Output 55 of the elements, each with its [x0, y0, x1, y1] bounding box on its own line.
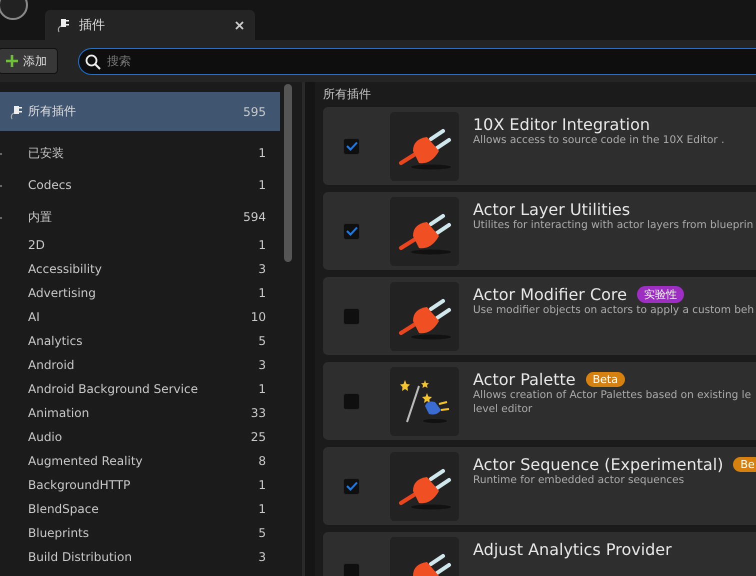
- enable-checkbox[interactable]: [343, 562, 360, 576]
- category-item[interactable]: Augmented Reality 8: [0, 449, 280, 473]
- category-item[interactable]: AI 10: [0, 305, 280, 329]
- category-item[interactable]: Analytics 5: [0, 329, 280, 353]
- plugin-name: Adjust Analytics Provider: [473, 540, 672, 559]
- category-item[interactable]: 所有插件 595: [0, 92, 280, 131]
- status-badge: Beta: [586, 372, 625, 387]
- plugin-description: Use modifier objects on actors to apply a custom beh: [473, 304, 754, 318]
- status-badge: 实验性: [637, 286, 684, 303]
- plugin-description: Allows access to source code in the 10X Editor .: [473, 134, 724, 148]
- plugin-description: Allows creation of Actor Palettes based on existing le level editor: [473, 389, 752, 416]
- plugin-name: Actor Sequence (Experimental): [473, 455, 724, 474]
- plugin-name: Actor Palette: [473, 370, 576, 389]
- close-icon[interactable]: [233, 19, 245, 31]
- search-field[interactable]: 搜索: [78, 48, 756, 74]
- category-item[interactable]: BlendSpace 1: [0, 497, 280, 521]
- plugin-card[interactable]: Actor Palette Beta Allows creation of Actor Palettes based on existing le level editor: [323, 362, 756, 440]
- plugin-name: Actor Layer Utilities: [473, 200, 630, 219]
- category-item[interactable]: 已安装 1: [0, 137, 280, 169]
- category-item[interactable]: Blueprints 5: [0, 521, 280, 545]
- category-item[interactable]: BackgroundHTTP 1: [0, 473, 280, 497]
- plugin-card[interactable]: Actor Sequence (Experimental) Be Runtime for embedded actor sequences: [323, 447, 756, 525]
- category-item[interactable]: 2D 1: [0, 233, 280, 257]
- category-item[interactable]: Accessibility 3: [0, 257, 280, 281]
- enable-checkbox[interactable]: [343, 478, 360, 494]
- plugin-description: Runtime for embedded actor sequences: [473, 474, 686, 488]
- scrollbar-thumb[interactable]: [284, 84, 292, 262]
- category-item[interactable]: Animation 33: [0, 401, 280, 425]
- category-item[interactable]: 内置 594: [0, 201, 280, 233]
- plug-icon: [55, 17, 71, 33]
- plugin-card[interactable]: Actor Layer Utilities Utilites for interacting with actor layers from blueprin: [323, 192, 756, 270]
- plug-icon: [8, 104, 24, 120]
- enable-checkbox[interactable]: [343, 222, 360, 240]
- category-item[interactable]: Build Distribution 3: [0, 545, 280, 569]
- plugin-card[interactable]: Adjust Analytics Provider: [323, 532, 756, 576]
- category-item[interactable]: Codecs 1: [0, 169, 280, 201]
- section-heading: 所有插件: [323, 86, 372, 100]
- plugin-name: Actor Modifier Core: [473, 285, 627, 304]
- category-item[interactable]: Android 3: [0, 353, 280, 377]
- plugins-tab[interactable]: 插件: [45, 10, 255, 40]
- plugin-name: 10X Editor Integration: [473, 115, 650, 134]
- search-icon: [85, 54, 101, 70]
- add-button[interactable]: 添加: [0, 48, 58, 74]
- category-item[interactable]: Android Background Service 1: [0, 377, 280, 401]
- enable-checkbox[interactable]: [343, 138, 360, 154]
- enable-checkbox[interactable]: [343, 308, 360, 324]
- enable-checkbox[interactable]: [343, 392, 360, 410]
- plugin-card[interactable]: 10X Editor Integration Allows access to source code in the 10X Editor .: [323, 107, 756, 185]
- category-item[interactable]: Advertising 1: [0, 281, 280, 305]
- category-item[interactable]: Audio 25: [0, 425, 280, 449]
- tab-title: 插件: [79, 17, 106, 34]
- plus-icon: [5, 54, 19, 68]
- plugin-card[interactable]: Actor Modifier Core 实验性 Use modifier objects on actors to apply a custom beh: [323, 277, 756, 355]
- plugin-description: Utilites for interacting with actor layers from blueprin: [473, 219, 754, 233]
- status-badge: Be: [733, 457, 756, 472]
